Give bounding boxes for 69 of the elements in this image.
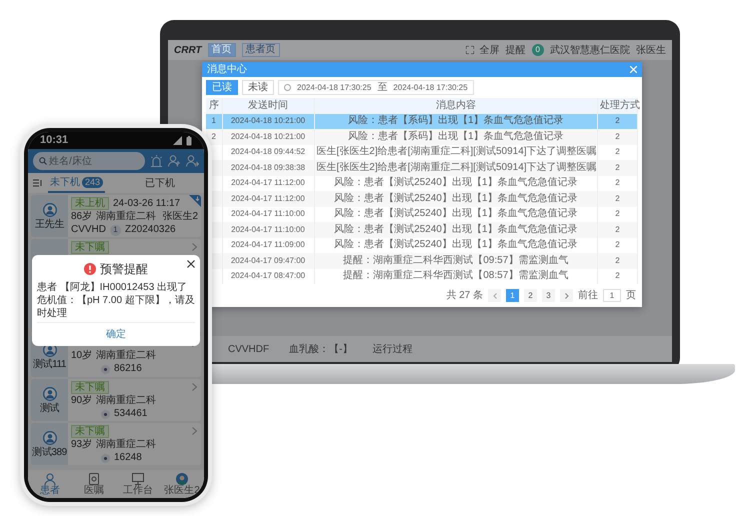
therapy-mode: CVVHD [71,224,106,236]
patient-name: 测试389 [32,446,67,458]
table-cell-text: CVVHDF [228,342,270,356]
patient-age: 86岁 [71,211,92,223]
date-from: 2024-04-18 17:30:25 [297,82,372,94]
patient-age: 10岁 [71,350,92,362]
table-cell: 2024-04-17 08:47:00 [222,268,314,284]
count-badge: 243 [82,176,104,188]
hospital-name: 武汉智慧惠仁医院 [550,44,630,58]
patient-age: 93岁 [71,439,92,451]
status-tag: 未下嘱 [71,381,109,394]
status-tag: 未下嘱 [71,425,109,438]
dialog-title: 消息中心 [207,62,247,77]
count-dot: 1 [110,224,122,236]
total-count: 共 27 条 [446,288,483,303]
table-cell: 医生[张医生2]给患者[湖南重症二科][测试50914]下达了调整医嘱 [314,160,598,176]
patient-name: 王先生 [35,218,64,230]
status-tag: 未上机 [71,197,109,210]
department: 湖南重症二科 [96,395,156,407]
table-cell: 2 [598,114,638,129]
table-cell: 风险：患者【系码】出现【1】条血气危急值记录 [314,129,598,144]
status-time: 10:31 [40,133,68,148]
patient-name: 测试 [40,402,60,414]
table-cell: 2024-04-18 10:21:00 [222,114,314,129]
table-cell: 提醒：湖南重症二科华西测试【09:57】需监测血气 [314,253,598,268]
patient-code: Z20240326 [125,224,176,236]
column-header: 消息内容 [314,98,598,114]
status-tag: 未下嘱 [71,241,109,254]
table-cell-text: 血乳酸：【-】 [289,342,352,356]
table-cell: 提醒：湖南重症二科华西测试【08:57】需监测血气 [314,268,598,284]
table-cell: 2024-04-18 10:21:00 [222,129,314,144]
table-cell: 2 [598,160,638,176]
patient-code: 86216 [114,363,142,375]
table-cell: 2024-04-17 11:10:00 [222,222,314,238]
admission-time: 24-03-26 11:17 [113,198,180,210]
alert-message: 患者 【阿龙】IH00012453 出现了危机值：【pH 7.00 超下限】，请及时处理 [37,281,195,320]
date-to: 2024-04-18 17:30:25 [393,82,468,94]
user-name: 张医生 [636,44,666,58]
table-cell: 1 [206,114,222,129]
table-cell: 2 [206,129,222,144]
department: 湖南重症二科 [96,439,156,451]
table-cell: 2024-04-17 09:47:00 [222,253,314,268]
column-header: 发送时间 [222,98,314,114]
date-separator: 至 [377,81,388,95]
table-cell: 2 [598,253,638,268]
goto-label: 前往 [578,288,598,303]
alert-title: 预警提醒 [100,261,148,278]
table-cell: 2 [598,191,638,206]
table-cell: 风险：患者【系码】出现【1】条血气危急值记录 [314,114,598,129]
table-cell: 风险：患者【测试25240】出现【1】条血气危急值记录 [314,222,598,238]
patient-code: 16248 [114,452,142,464]
reminder-count: 0 [532,44,544,56]
column-header: 序 [206,98,222,114]
table-cell: 2 [598,129,638,144]
table-cell: 风险：患者【测试25240】出现【1】条血气危急值记录 [314,191,598,206]
table-cell: 2024-04-18 09:38:38 [222,160,314,176]
page-unit: 页 [626,289,636,303]
app-logo: CRRT [174,44,202,58]
doctor-name: 张医生2 [162,211,198,223]
table-cell-text: 运行过程 [372,342,412,356]
patient-age: 90岁 [71,395,92,407]
table-cell: 2 [598,268,638,284]
patient-code: 534461 [114,408,148,420]
table-cell: 2 [598,222,638,238]
department: 湖南重症二科 [96,350,156,362]
department: 湖南重症二科 [96,211,156,223]
table-cell: 2024-04-17 11:12:00 [222,191,314,206]
patient-name: 测试111 [32,358,66,370]
column-header: 处理方式 [598,98,638,114]
